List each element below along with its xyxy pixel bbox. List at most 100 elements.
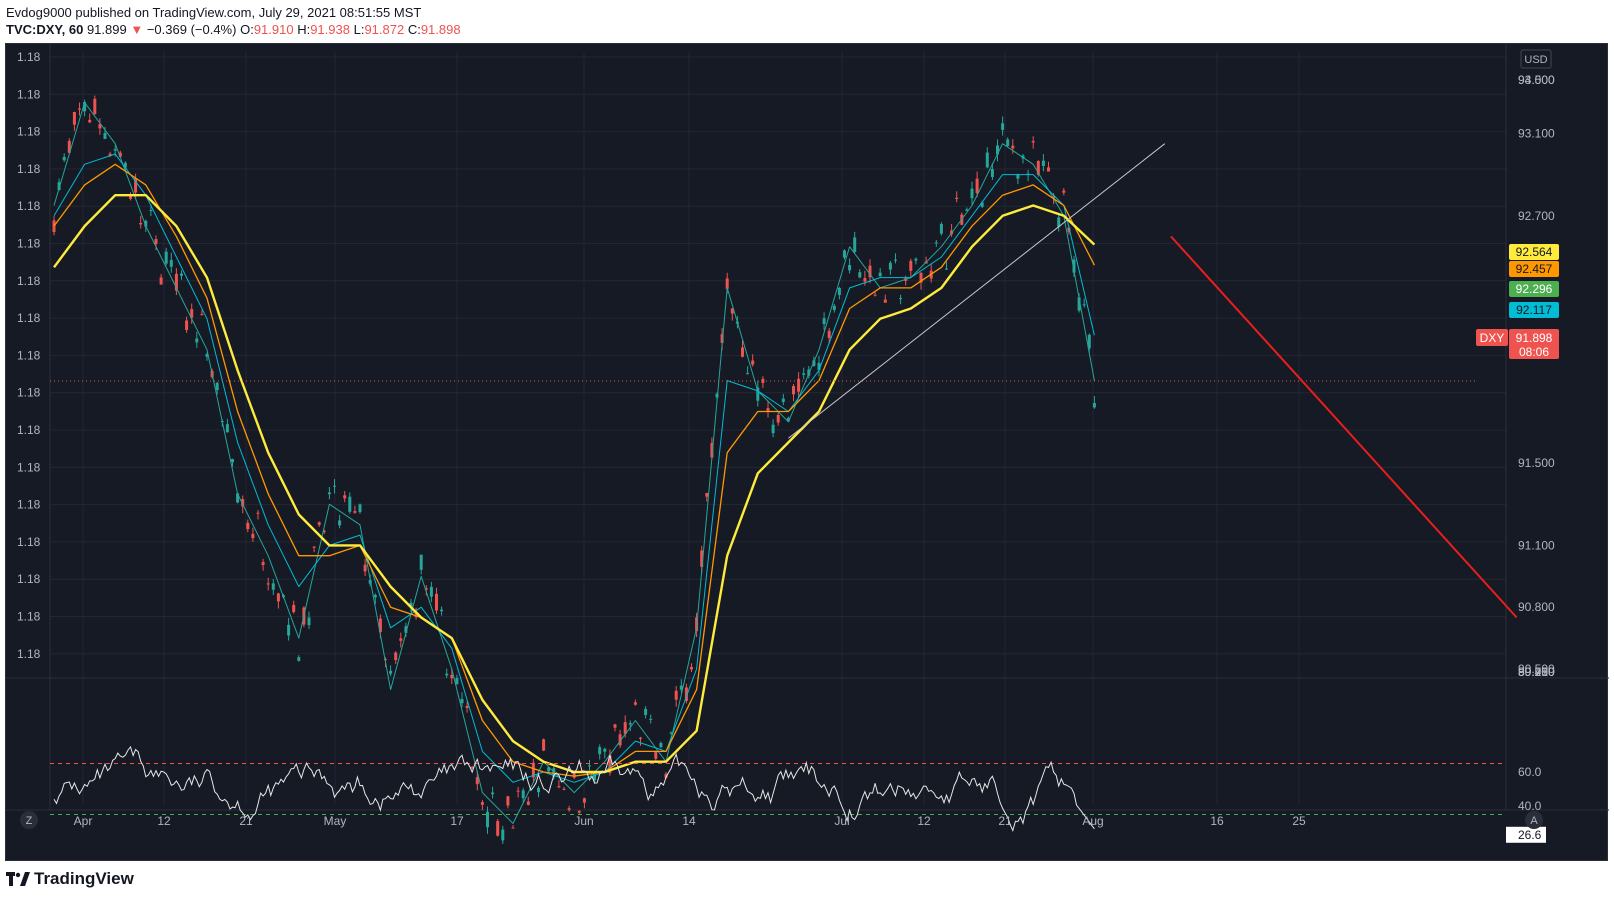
tradingview-logo[interactable]: TradingView [6,869,134,889]
candle-body [582,798,586,803]
candle-body [113,149,117,151]
candle-body [588,765,591,767]
candle-body [389,670,393,674]
candle-body [200,313,204,315]
candle-body [781,398,785,402]
candle-body [185,320,189,330]
candle-body [659,742,663,748]
left-scale-label: 1.18 [17,162,41,176]
ema-line-4 [53,193,1096,774]
candle-body [654,751,658,759]
candle-body [771,424,775,434]
candle-body [231,458,234,463]
candle-body [863,277,867,282]
candle-body [1092,403,1096,408]
candle-body [725,278,729,289]
high-value: 91.938 [310,22,350,37]
time-axis-label: 12 [157,814,171,828]
candle-body [363,564,367,572]
left-scale-label: 1.18 [17,386,41,400]
candle-body [516,790,520,792]
candle-body [873,294,877,296]
candle-body [572,772,576,778]
candle-body [649,718,653,720]
time-axis-label: 17 [450,814,464,828]
candle-body [297,657,301,661]
candle-body [486,811,489,828]
candle-body [674,690,678,700]
symbol-label[interactable]: TVC:DXY, 60 [6,22,83,37]
candle-body [1011,145,1015,149]
candle-body [338,520,342,526]
open-label: O: [240,22,254,37]
candle-body [445,673,449,676]
chart-panel[interactable]: 1.18 1.18 1.18 1.18 1.18 1.18 1.18 1.18 1.18 1.18… [5,43,1609,862]
ema-price-tag-label: 92.564 [1516,245,1553,259]
candle-body [353,511,357,513]
ema-price-tag-label: 92.296 [1516,282,1553,296]
candle-body [266,583,270,585]
candle-body [246,522,250,530]
countdown-label: 08:06 [1519,345,1549,359]
candle-body [312,546,316,548]
left-scale-label: 1.18 [17,647,41,661]
left-scale-label: 1.18 [17,572,41,586]
left-scale-label: 1.18 [17,535,41,549]
candle-body [985,152,989,168]
ema-price-tag-label: 92.457 [1516,262,1553,276]
ohlc-line: TVC:DXY, 60 91.899 ▼ −0.369 (−0.4%) O:91… [6,21,461,38]
candle-body [598,747,602,755]
tradingview-logo-icon [6,872,30,886]
candle-body [215,382,219,391]
candle-body [1041,160,1045,167]
candle-body [1062,190,1066,193]
symbol-tag-label: DXY [1480,331,1505,345]
candle-body [1031,141,1035,143]
candle-body [261,562,265,566]
currency-label: USD [1524,54,1547,66]
candle-body [180,273,183,276]
ema-line-1 [53,102,1095,824]
publisher-line: Evdog9000 published on TradingView.com, … [6,5,422,20]
candle-body [542,739,546,751]
candle-body [751,360,755,365]
candle-body [159,277,163,285]
ema-line-2 [53,153,1095,783]
candle-body [802,373,806,375]
candle-body [480,802,484,805]
close-value: 91.898 [420,22,461,37]
time-axis-label: 21 [998,814,1012,828]
left-scale-label: 1.18 [17,423,41,437]
price-scale-label: 91.500 [1518,456,1555,470]
trendline-red[interactable] [1170,235,1518,619]
candle-body [149,210,153,212]
candle-body [633,702,637,705]
ema-line-3 [53,163,1095,777]
candle-body [1001,123,1005,130]
price-scale-label: 93.100 [1518,126,1555,140]
candle-body [491,792,495,795]
candle-body [164,251,168,264]
candle-body [945,268,948,270]
last-price-label: 91.898 [1516,331,1553,345]
left-scale-label: 1.18 [17,348,41,362]
candle-body [62,156,66,161]
low-value: 91.872 [364,22,405,37]
time-axis-label: 25 [1292,814,1306,828]
change-value: −0.369 (−0.4%) [146,22,237,37]
candle-body [613,724,617,728]
time-axis-label: 21 [239,814,253,828]
candle-body [741,347,744,357]
candle-body [154,239,158,244]
candle-body [419,554,423,570]
candle-body [307,617,311,626]
price-scale-label: 91.100 [1518,538,1555,552]
candle-body [88,119,92,123]
time-axis-label: Jul [834,814,849,828]
candle-body [705,493,709,497]
price-chart[interactable]: 1.18 1.18 1.18 1.18 1.18 1.18 1.18 1.18 1.18 1.18… [6,44,1609,862]
candle-body [225,424,229,433]
price-scale-label: 90.800 [1518,600,1555,614]
candle-body [537,787,540,793]
last-value: 91.899 [86,22,127,37]
